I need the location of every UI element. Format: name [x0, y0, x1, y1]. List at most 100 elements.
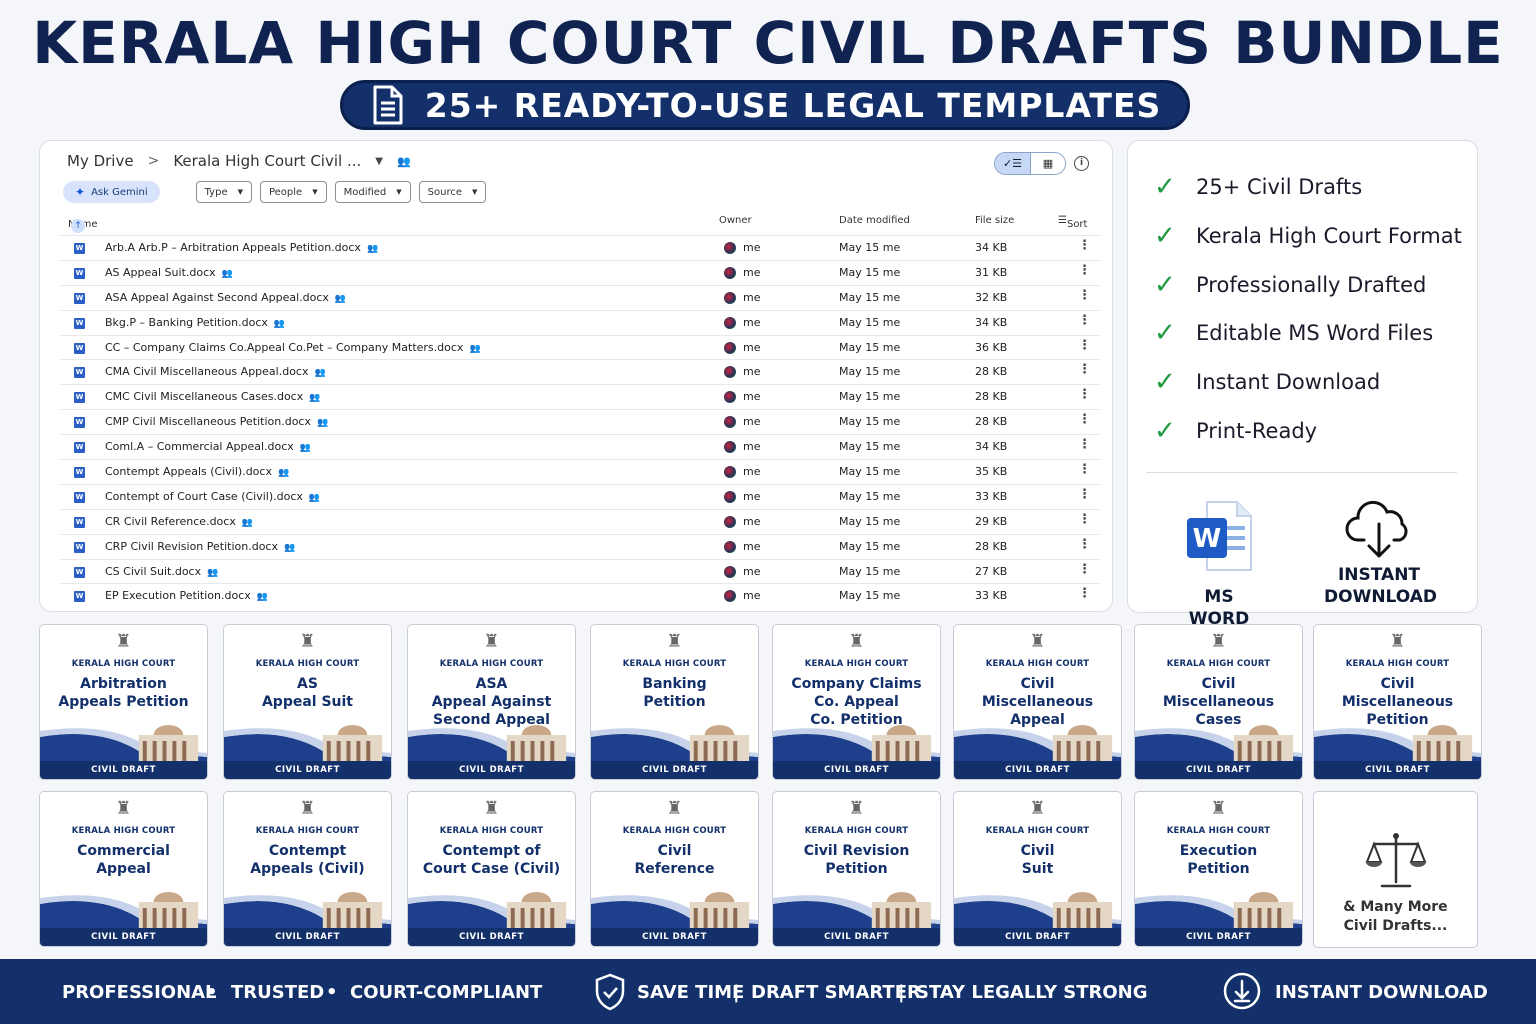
- shared-icon: 👥: [309, 393, 321, 404]
- card-court-label: KERALA HIGH COURT: [439, 659, 544, 669]
- grid-view-button[interactable]: ▦: [1030, 153, 1065, 174]
- card-title: AS Appeal Suit: [261, 676, 354, 710]
- shared-icon: 👥: [299, 443, 312, 454]
- card-title: Contempt Appeals (Civil): [250, 843, 365, 877]
- more-options-icon[interactable]: ⋮: [1078, 562, 1091, 577]
- file-name: CS Civil Suit.docx 👥: [105, 564, 219, 578]
- filter-source[interactable]: Source ▼: [418, 181, 487, 203]
- more-options-icon[interactable]: ⋮: [1078, 462, 1091, 477]
- shared-icon: 👥: [221, 268, 233, 279]
- filter-people[interactable]: People ▼: [259, 181, 327, 203]
- draft-card[interactable]: ♜ KERALA HIGH COURT Civil Miscellaneous Appe…: [953, 624, 1122, 780]
- table-row[interactable]: W Contempt Appeals (Civil).docx 👥 me May 15 …: [60, 459, 1100, 484]
- more-options-icon[interactable]: ⋮: [1078, 263, 1091, 278]
- more-options-icon[interactable]: ⋮: [1078, 586, 1091, 601]
- word-file-icon: W: [74, 566, 85, 578]
- table-row[interactable]: W AS Appeal Suit.docx 👥 me May 15 me 31 KB ⋮: [60, 259, 1100, 285]
- column-file-size[interactable]: File size: [975, 215, 1014, 226]
- card-tag: CIVIL DRAFT: [1365, 765, 1430, 775]
- card-court-label: KERALA HIGH COURT: [985, 826, 1090, 836]
- chevron-down-icon[interactable]: ▼: [375, 156, 383, 167]
- more-options-icon[interactable]: ⋮: [1078, 512, 1091, 527]
- table-row[interactable]: W CC – Company Claims Co.Appeal Co.Pet – …: [60, 334, 1100, 360]
- more-options-icon[interactable]: ⋮: [1078, 412, 1091, 427]
- table-row[interactable]: W ASA Appeal Against Second Appeal.docx 👥 m…: [60, 284, 1100, 310]
- shared-icon: 👥: [207, 567, 219, 578]
- file-size: 33 KB: [975, 489, 1008, 503]
- more-options-icon[interactable]: ⋮: [1078, 537, 1091, 552]
- card-court-label: KERALA HIGH COURT: [1166, 826, 1271, 836]
- draft-card[interactable]: ♜ KERALA HIGH COURT Contempt Appeals (Civil…: [223, 791, 392, 947]
- table-row[interactable]: W CMP Civil Miscellaneous Petition.docx 👥 m…: [60, 409, 1100, 434]
- shared-icon: 👥: [334, 293, 347, 304]
- table-row[interactable]: W CMA Civil Miscellaneous Appeal.docx 👥 me M…: [60, 359, 1100, 384]
- filter-type[interactable]: Type ▼: [195, 181, 252, 203]
- file-owner: me: [743, 589, 761, 603]
- card-tag: CIVIL DRAFT: [91, 765, 156, 775]
- page-title: KERALA HIGH COURT CIVIL DRAFTS BUNDLE: [32, 9, 1504, 77]
- more-options-icon[interactable]: ⋮: [1078, 338, 1091, 353]
- file-size: 34 KB: [975, 440, 1008, 454]
- info-icon[interactable]: i: [1074, 156, 1089, 171]
- table-row[interactable]: W Coml.A – Commercial Appeal.docx 👥 me May 1…: [60, 434, 1100, 459]
- card-tag: CIVIL DRAFT: [824, 765, 889, 775]
- table-row[interactable]: W Contempt of Court Case (Civil).docx 👥 me M…: [60, 483, 1100, 509]
- draft-card[interactable]: ♜ KERALA HIGH COURT ASA Appeal Against Secon…: [407, 624, 576, 780]
- more-options-icon[interactable]: ⋮: [1078, 387, 1091, 402]
- table-row[interactable]: W Arb.A Arb.P – Arbitration Appeals Petit…: [60, 235, 1100, 260]
- draft-card[interactable]: ♜ KERALA HIGH COURT Arbitration Appeals Pet…: [39, 624, 208, 780]
- table-row[interactable]: W CMC Civil Miscellaneous Cases.docx 👥 me Ma…: [60, 384, 1100, 409]
- draft-card[interactable]: ♜ KERALA HIGH COURT Contempt of Court Case …: [407, 791, 576, 947]
- draft-card[interactable]: ♜ KERALA HIGH COURT Execution Petition CIVIL…: [1134, 791, 1303, 947]
- card-tag: CIVIL DRAFT: [275, 765, 340, 775]
- list-view-button[interactable]: ✓☰: [995, 153, 1030, 174]
- column-owner[interactable]: Owner: [719, 215, 752, 226]
- owner-avatar: [724, 341, 736, 354]
- table-row[interactable]: W CRP Civil Revision Petition.docx 👥 me May …: [60, 533, 1100, 559]
- emblem-icon: ♜: [299, 798, 316, 819]
- file-size: 28 KB: [975, 415, 1008, 429]
- table-row[interactable]: W CR Civil Reference.docx 👥 me May 15 me 29 K…: [60, 508, 1100, 534]
- draft-card[interactable]: ♜ KERALA HIGH COURT Civil Miscellaneous Peti…: [1313, 624, 1482, 780]
- more-options-icon[interactable]: ⋮: [1078, 288, 1091, 303]
- table-row[interactable]: W Bkg.P – Banking Petition.docx 👥 me May 15 …: [60, 309, 1100, 335]
- file-name: AS Appeal Suit.docx 👥: [105, 265, 233, 279]
- more-options-icon[interactable]: ⋮: [1078, 487, 1091, 502]
- file-date-modified: May 15 me: [839, 290, 901, 304]
- breadcrumb-my-drive[interactable]: My Drive: [67, 152, 134, 170]
- owner-avatar: [724, 540, 736, 553]
- draft-card[interactable]: ♜ KERALA HIGH COURT Commercial Appeal CIVIL …: [39, 791, 208, 947]
- draft-card[interactable]: ♜ KERALA HIGH COURT Civil Suit CIVIL DRAFT: [953, 791, 1122, 947]
- more-options-icon[interactable]: ⋮: [1078, 313, 1091, 328]
- emblem-icon: ♜: [1389, 631, 1406, 652]
- file-date-modified: May 15 me: [839, 241, 901, 254]
- more-options-icon[interactable]: ⋮: [1078, 437, 1091, 452]
- sort-button[interactable]: ☰ Sort: [1058, 215, 1087, 230]
- card-court-label: KERALA HIGH COURT: [439, 826, 544, 836]
- cloud-download-icon: [1345, 500, 1408, 558]
- file-owner: me: [743, 440, 761, 454]
- check-icon: ✓: [1154, 270, 1176, 300]
- check-icon: ✓: [1154, 172, 1176, 202]
- footer-court-compliant: COURT-COMPLIANT: [350, 982, 543, 1003]
- table-row[interactable]: W EP Execution Petition.docx 👥 me May 15 me 3…: [60, 583, 1100, 608]
- draft-card[interactable]: ♜ KERALA HIGH COURT Civil Reference CIVIL DR…: [590, 791, 759, 947]
- owner-avatar: [724, 316, 736, 329]
- draft-card[interactable]: ♜ KERALA HIGH COURT Company Claims Co. Appe…: [772, 624, 941, 780]
- file-owner: me: [743, 265, 761, 279]
- file-size: 28 KB: [975, 390, 1008, 404]
- more-options-icon[interactable]: ⋮: [1078, 362, 1091, 377]
- ask-gemini-button[interactable]: ✦ Ask Gemini: [63, 181, 160, 203]
- file-owner: me: [743, 390, 761, 404]
- draft-card[interactable]: ♜ KERALA HIGH COURT AS Appeal Suit CIVIL DRA…: [223, 624, 392, 780]
- table-row[interactable]: W CS Civil Suit.docx 👥 me May 15 me 27 KB ⋮: [60, 558, 1100, 584]
- draft-card[interactable]: ♜ KERALA HIGH COURT Banking Petition CIVIL D…: [590, 624, 759, 780]
- card-tag: CIVIL DRAFT: [275, 932, 340, 942]
- breadcrumb-current-folder[interactable]: Kerala High Court Civil ...: [173, 152, 361, 170]
- draft-card[interactable]: ♜ KERALA HIGH COURT Civil Revision Petition…: [772, 791, 941, 947]
- draft-card[interactable]: ♜ KERALA HIGH COURT Civil Miscellaneous Case…: [1134, 624, 1303, 780]
- filter-modified[interactable]: Modified ▼: [334, 181, 411, 203]
- more-options-icon[interactable]: ⋮: [1078, 238, 1091, 253]
- sort-up-icon[interactable]: ↑: [71, 219, 85, 233]
- column-date-modified[interactable]: Date modified: [839, 215, 910, 226]
